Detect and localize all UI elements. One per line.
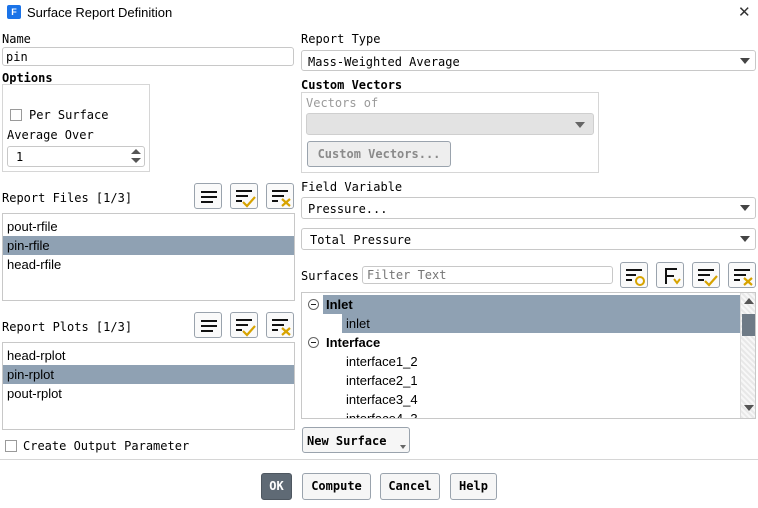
close-icon[interactable]: ✕ <box>738 3 751 21</box>
surfaces-clear-button[interactable] <box>728 262 756 288</box>
surfaces-tree-button[interactable] <box>656 262 684 288</box>
report-files-check-button[interactable] <box>230 183 258 209</box>
cancel-button[interactable]: Cancel <box>380 473 440 500</box>
scroll-up-icon[interactable] <box>744 298 754 304</box>
ok-button[interactable]: OK <box>261 473 292 500</box>
tree-item-label: interface4_3 <box>346 411 418 419</box>
list-check-icon <box>236 190 256 208</box>
tree-group-label: Inlet <box>326 297 353 312</box>
list-item[interactable]: pout-rplot <box>3 384 294 403</box>
report-plots-select-all-button[interactable] <box>194 312 222 338</box>
report-files-select-all-button[interactable] <box>194 183 222 209</box>
report-type-dropdown[interactable]: Mass-Weighted Average <box>301 50 756 71</box>
surfaces-filter-button[interactable] <box>620 262 648 288</box>
help-button[interactable]: Help <box>450 473 497 500</box>
spin-up-icon[interactable] <box>131 149 141 154</box>
chevron-down-icon <box>575 122 585 128</box>
app-icon: F <box>7 5 21 19</box>
per-surface-checkbox[interactable] <box>10 109 22 121</box>
list-item-selected[interactable]: pin-rfile <box>3 236 294 255</box>
list-item-selected[interactable]: pin-rplot <box>3 365 294 384</box>
tree-sort-icon <box>665 268 681 285</box>
tree-item-label: interface2_1 <box>346 373 418 388</box>
custom-vectors-button[interactable]: Custom Vectors... <box>307 141 451 167</box>
report-files-list[interactable]: pout-rfile pin-rfile head-rfile <box>2 213 295 301</box>
list-item[interactable]: head-rfile <box>3 255 294 274</box>
chevron-down-icon <box>740 236 750 242</box>
chevron-down-icon <box>740 58 750 64</box>
tree-item[interactable]: interface1_2 <box>302 352 755 371</box>
surfaces-tree[interactable]: Inlet inlet Interface interface1_2 inter… <box>301 292 756 419</box>
collapse-icon[interactable] <box>308 299 319 310</box>
collapse-icon[interactable] <box>308 337 319 348</box>
report-plots-label: Report Plots [1/3] <box>2 320 133 334</box>
spin-down-icon[interactable] <box>131 158 141 163</box>
vectors-of-label: Vectors of <box>306 96 379 110</box>
list-icon <box>201 320 217 332</box>
list-clear-icon <box>734 269 753 286</box>
list-filter-icon <box>626 269 645 286</box>
surfaces-filter-input[interactable] <box>362 266 613 284</box>
chevron-down-icon <box>740 205 750 211</box>
tree-item-label: inlet <box>346 316 370 331</box>
list-check-icon <box>236 319 256 337</box>
field-variable-value: Total Pressure <box>310 233 412 247</box>
average-over-label: Average Over <box>7 128 94 142</box>
tree-group-inlet[interactable]: Inlet <box>302 295 755 314</box>
tree-item-inlet[interactable]: inlet <box>302 314 755 333</box>
new-surface-button[interactable]: New Surface <box>302 427 410 453</box>
window-title: Surface Report Definition <box>27 5 173 20</box>
surfaces-check-button[interactable] <box>692 262 720 288</box>
scroll-down-icon[interactable] <box>744 405 754 411</box>
name-input[interactable]: pin <box>2 47 294 66</box>
title-bar: F Surface Report Definition ✕ <box>0 0 758 26</box>
create-output-parameter-label: Create Output Parameter <box>23 439 190 453</box>
tree-item[interactable]: interface3_4 <box>302 390 755 409</box>
vectors-of-dropdown[interactable] <box>306 113 594 135</box>
options-label: Options <box>2 71 53 85</box>
field-variable-category-value: Pressure... <box>308 202 388 216</box>
field-variable-dropdown[interactable]: Total Pressure <box>301 228 756 250</box>
report-files-label: Report Files [1/3] <box>2 191 133 205</box>
name-input-value: pin <box>6 50 28 64</box>
average-over-spinbox[interactable]: 1 <box>7 146 145 167</box>
chevron-down-icon <box>400 445 406 449</box>
report-files-clear-button[interactable] <box>266 183 294 209</box>
footer-divider <box>0 459 758 460</box>
create-output-parameter-checkbox[interactable] <box>5 440 17 452</box>
tree-item-label: interface1_2 <box>346 354 418 369</box>
custom-vectors-label: Custom Vectors <box>301 78 403 92</box>
report-type-label: Report Type <box>301 32 381 46</box>
list-icon <box>201 191 217 203</box>
tree-item-label: interface3_4 <box>346 392 418 407</box>
scroll-thumb[interactable] <box>742 314 755 336</box>
report-plots-list[interactable]: head-rplot pin-rplot pout-rplot <box>2 342 295 430</box>
tree-group-label: Interface <box>326 335 381 350</box>
report-type-value: Mass-Weighted Average <box>308 55 460 69</box>
tree-item[interactable]: interface2_1 <box>302 371 755 390</box>
tree-item-highlight <box>342 314 741 333</box>
report-plots-clear-button[interactable] <box>266 312 294 338</box>
report-plots-check-button[interactable] <box>230 312 258 338</box>
field-variable-label: Field Variable <box>301 180 403 194</box>
list-item[interactable]: pout-rfile <box>3 217 294 236</box>
tree-item[interactable]: interface4_3 <box>302 409 755 419</box>
compute-button[interactable]: Compute <box>302 473 371 500</box>
scrollbar[interactable] <box>740 293 755 418</box>
average-over-value: 1 <box>16 150 24 164</box>
list-item[interactable]: head-rplot <box>3 346 294 365</box>
new-surface-label: New Surface <box>307 434 387 448</box>
per-surface-label: Per Surface <box>29 108 109 122</box>
list-clear-icon <box>272 190 291 207</box>
list-clear-icon <box>272 319 291 336</box>
field-variable-category-dropdown[interactable]: Pressure... <box>301 197 756 219</box>
surfaces-label: Surfaces <box>301 269 359 283</box>
list-check-icon <box>698 269 718 287</box>
tree-group-highlight <box>323 295 741 314</box>
tree-group-interface[interactable]: Interface <box>302 333 755 352</box>
name-label: Name <box>2 32 31 46</box>
